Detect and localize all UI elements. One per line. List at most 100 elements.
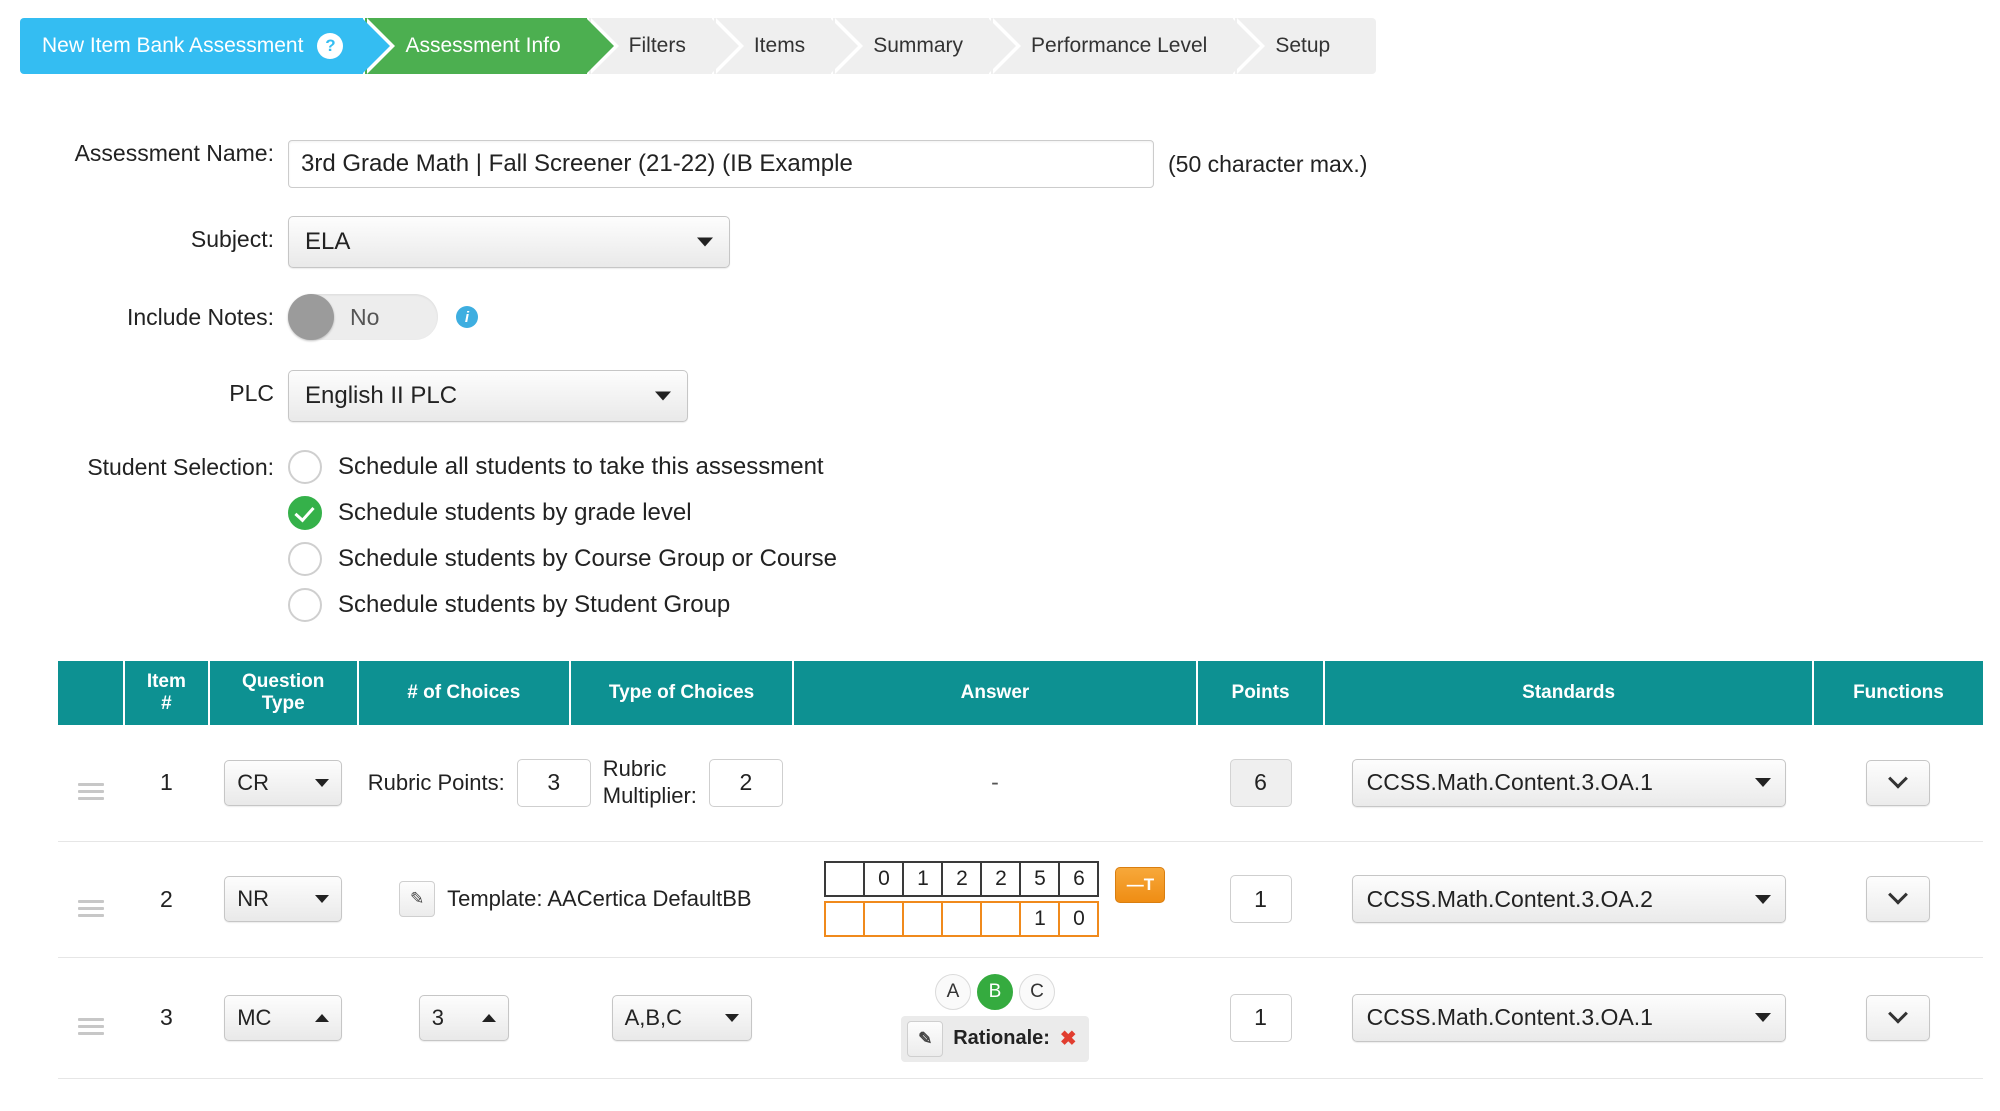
wizard-step-label: Assessment Info: [405, 34, 561, 57]
functions-menu-button[interactable]: [1865, 876, 1930, 922]
standards-select[interactable]: CCSS.Math.Content.3.OA.2: [1351, 875, 1786, 923]
wizard-step-label: Setup: [1275, 34, 1331, 57]
functions-menu-button[interactable]: [1865, 994, 1930, 1041]
chevron-down-icon: [1754, 778, 1771, 788]
standards-value: CCSS.Math.Content.3.OA.1: [1366, 769, 1653, 796]
include-notes-row: Include Notes: No i: [0, 294, 1700, 340]
row-rubric-cell: Rubric Points: 3 Rubric Multiplier: 2: [357, 725, 794, 842]
subject-label: Subject:: [190, 226, 274, 252]
header-drag: [58, 661, 125, 725]
grid-cell[interactable]: 0: [863, 861, 905, 897]
grid-cell[interactable]: [863, 901, 905, 937]
type-of-choices-value: A,B,C: [624, 1004, 683, 1030]
radio-icon: [288, 588, 322, 622]
question-mark-icon[interactable]: ?: [317, 33, 344, 59]
question-type-select[interactable]: CR: [224, 759, 343, 806]
chevron-down-icon: [1888, 768, 1908, 789]
minus-t-button[interactable]: —T: [1115, 867, 1166, 903]
answer-value: -: [991, 769, 999, 796]
wizard-step-label: Filters: [628, 34, 686, 57]
subject-select-value: ELA: [305, 228, 351, 255]
items-table: Item # Question Type # of Choices Type o…: [58, 661, 1983, 1079]
assessment-name-input[interactable]: [288, 140, 1154, 188]
chevron-down-icon: [697, 237, 713, 247]
assessment-name-hint: (50 character max.): [1168, 150, 1368, 177]
chevron-up-icon: [315, 1013, 330, 1022]
grid-cell[interactable]: 6: [1058, 861, 1100, 897]
points-input[interactable]: 1: [1229, 875, 1292, 923]
answer-choice-c[interactable]: C: [1018, 973, 1055, 1010]
header-type-of-choices: Type of Choices: [570, 661, 795, 725]
wizard-step-new-item-bank-assessment[interactable]: New Item Bank Assessment ?: [20, 18, 396, 74]
row-type-of-choices-cell: A,B,C: [570, 957, 794, 1079]
plc-select[interactable]: English II PLC: [288, 370, 688, 422]
grid-cell[interactable]: 1: [1019, 901, 1061, 937]
grid-cell[interactable]: [902, 901, 944, 937]
student-selection-option-all[interactable]: Schedule all students to take this asses…: [288, 450, 837, 484]
numeric-response-grid[interactable]: 0 1 2 2 5 6 1 0: [824, 861, 1100, 937]
plc-label: PLC: [229, 380, 274, 406]
table-row: 3 MC 3 A,B,C A B C ✎ Rationale: ✖ 1 CCSS…: [58, 957, 1983, 1079]
grid-cell[interactable]: 0: [1058, 901, 1100, 937]
student-selection-option-student-group[interactable]: Schedule students by Student Group: [288, 588, 837, 622]
student-selection-option-grade-level[interactable]: Schedule students by grade level: [288, 496, 837, 530]
answer-choice-b[interactable]: B: [976, 973, 1013, 1010]
grid-cell[interactable]: 1: [902, 861, 944, 897]
assessment-name-row: Assessment Name: (50 character max.): [0, 140, 1700, 188]
chevron-down-icon: [1888, 884, 1908, 905]
question-type-select[interactable]: NR: [224, 876, 343, 922]
question-type-value: NR: [237, 886, 269, 911]
grid-cell[interactable]: [824, 861, 866, 897]
answer-choice-a[interactable]: A: [934, 973, 971, 1010]
grid-cell[interactable]: [980, 901, 1022, 937]
student-selection-option-label: Schedule students by Course Group or Cou…: [338, 545, 837, 572]
edit-pencil-icon[interactable]: ✎: [399, 881, 436, 917]
student-selection-option-course-group[interactable]: Schedule students by Course Group or Cou…: [288, 542, 837, 576]
wizard-step-performance-level[interactable]: Performance Level: [991, 18, 1266, 74]
question-type-select[interactable]: MC: [224, 994, 343, 1041]
subject-select[interactable]: ELA: [288, 216, 730, 268]
rubric-multiplier-input[interactable]: 2: [708, 758, 783, 807]
header-points: Points: [1196, 661, 1326, 725]
chevron-down-icon: [315, 778, 330, 787]
row-standards-cell: CCSS.Math.Content.3.OA.1: [1324, 725, 1813, 842]
row-template-cell: ✎ Template: AACertica DefaultBB: [357, 841, 794, 958]
student-selection-option-label: Schedule students by Student Group: [338, 591, 731, 618]
rubric-points-label: Rubric Points:: [367, 769, 505, 795]
items-table-container: Item # Question Type # of Choices Type o…: [58, 661, 1983, 1079]
number-of-choices-select[interactable]: 3: [418, 994, 509, 1041]
standards-select[interactable]: CCSS.Math.Content.3.OA.1: [1351, 758, 1786, 807]
row-points-cell: 6: [1196, 725, 1325, 842]
row-standards-cell: CCSS.Math.Content.3.OA.1: [1324, 957, 1813, 1079]
wizard-step-label: New Item Bank Assessment: [42, 34, 304, 57]
row-answer-cell: -: [793, 725, 1197, 842]
rubric-points-input[interactable]: 3: [516, 758, 591, 807]
chevron-up-icon: [481, 1013, 496, 1022]
grid-cell[interactable]: 2: [980, 861, 1022, 897]
drag-handle-icon[interactable]: [77, 899, 104, 917]
items-table-header-row: Item # Question Type # of Choices Type o…: [58, 661, 1983, 725]
type-of-choices-select[interactable]: A,B,C: [611, 994, 752, 1041]
drag-handle-icon[interactable]: [77, 1018, 104, 1035]
template-label: Template: AACertica DefaultBB: [447, 885, 752, 911]
functions-menu-button[interactable]: [1865, 759, 1930, 806]
grid-cell[interactable]: 2: [941, 861, 983, 897]
chevron-down-icon: [655, 391, 671, 401]
info-icon[interactable]: i: [456, 306, 478, 328]
drag-handle-icon[interactable]: [77, 783, 104, 801]
row-question-type-cell: NR: [208, 841, 358, 958]
grid-cell[interactable]: 5: [1019, 861, 1061, 897]
wizard-breadcrumb: New Item Bank Assessment ? Assessment In…: [20, 18, 1378, 74]
grid-cell[interactable]: [824, 901, 866, 937]
rationale-pill[interactable]: ✎ Rationale: ✖: [901, 1015, 1089, 1062]
toggle-knob: [288, 294, 334, 340]
radio-checked-icon: [288, 496, 322, 530]
edit-pencil-icon[interactable]: ✎: [907, 1020, 944, 1057]
include-notes-toggle[interactable]: No: [288, 294, 438, 340]
header-standards: Standards: [1324, 661, 1814, 725]
points-input[interactable]: 1: [1229, 993, 1292, 1042]
grid-cell[interactable]: [941, 901, 983, 937]
standards-select[interactable]: CCSS.Math.Content.3.OA.1: [1351, 993, 1786, 1042]
wizard-step-assessment-info[interactable]: Assessment Info: [365, 18, 619, 74]
include-notes-label: Include Notes:: [126, 304, 274, 330]
